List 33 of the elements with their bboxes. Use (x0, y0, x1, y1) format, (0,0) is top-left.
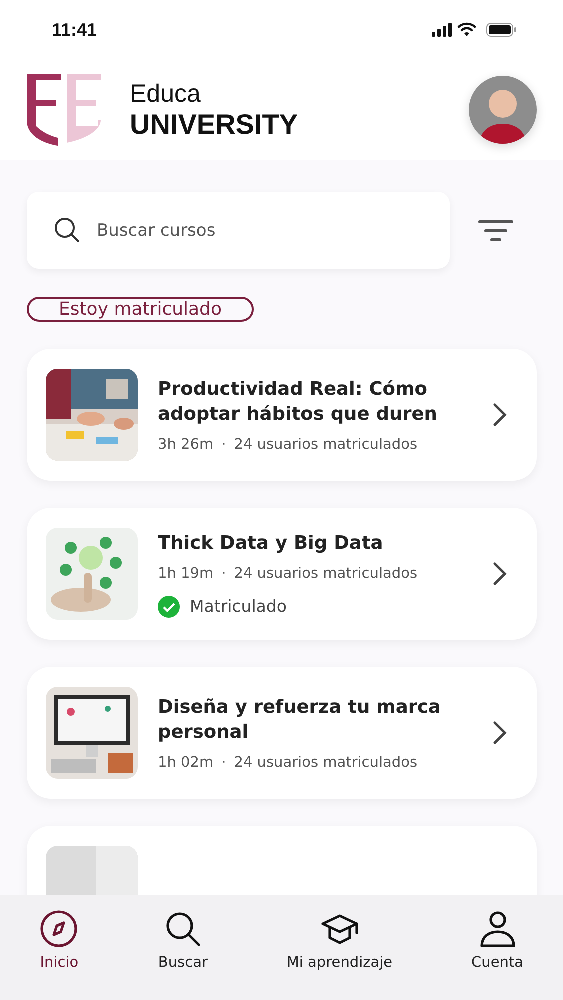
user-icon (478, 909, 518, 949)
enrolled-count: 24 usuarios matriculados (234, 566, 418, 582)
separator-dot: · (222, 566, 226, 582)
chevron-right-icon[interactable] (493, 403, 507, 427)
separator-dot: · (222, 755, 226, 771)
enrolled-count: 24 usuarios matriculados (234, 437, 418, 453)
status-time: 11:41 (52, 20, 98, 40)
enrolled-count: 24 usuarios matriculados (234, 755, 418, 771)
filter-chip[interactable]: Estoy matriculado (27, 297, 254, 322)
compass-icon (39, 909, 80, 949)
course-card[interactable]: Productividad Real: Cómo adoptar hábitos que duren 3h 26m · 24 usuarios matriculados (27, 349, 537, 481)
nav-tab[interactable]: Buscar (158, 909, 208, 971)
enrolled-status: Matriculado (190, 597, 287, 616)
brand-name: Educa (130, 80, 202, 108)
chevron-right-icon[interactable] (493, 721, 507, 745)
course-duration: 3h 26m (158, 437, 214, 453)
course-title: Diseña y refuerza tu marca personal (158, 696, 442, 745)
course-duration: 1h 02m (158, 755, 214, 771)
course-title: Productividad Real: Cómo adoptar hábitos que duren (158, 378, 438, 427)
nav-tab[interactable]: Inicio (39, 909, 80, 971)
chevron-right-icon[interactable] (493, 562, 507, 586)
course-duration: 1h 19m (158, 566, 214, 582)
course-card[interactable]: Thick Data y Big Data 1h 19m · 24 usuarios matriculados Matriculado (27, 508, 537, 640)
filter-icon[interactable] (478, 220, 514, 242)
course-title: Thick Data y Big Data (158, 532, 384, 556)
search-field[interactable]: Buscar cursos (27, 192, 450, 269)
separator-dot: · (222, 437, 226, 453)
search-icon (53, 216, 81, 244)
logo-icon (26, 72, 102, 148)
nav-tab[interactable]: Mi aprendizaje (286, 909, 393, 971)
nav-tab[interactable]: Cuenta (472, 909, 524, 971)
course-card[interactable]: Diseña y refuerza tu marca personal 1h 02m · 24 usuarios matriculados (27, 667, 537, 799)
brand-subtitle: UNIVERSITY (130, 108, 300, 140)
